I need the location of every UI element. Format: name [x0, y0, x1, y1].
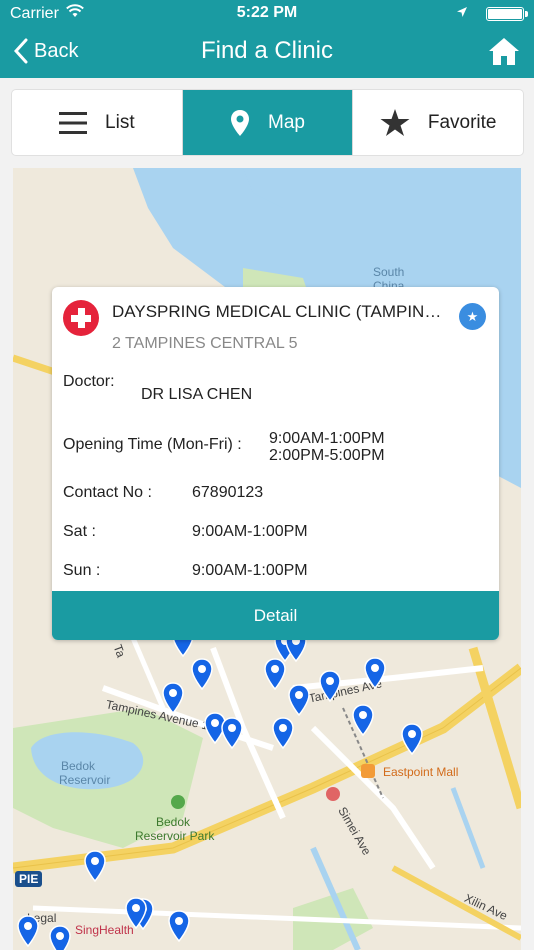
saturday-label: Sat : [63, 523, 96, 540]
tab-favorite[interactable]: Favorite [352, 90, 523, 155]
clinic-address: 2 TAMPINES CENTRAL 5 [112, 335, 298, 352]
map-label-bedok-reservoir-2: Reservoir [59, 773, 111, 787]
favorite-star-button[interactable]: ★ [459, 303, 486, 330]
map-label-bedok-park: Bedok [156, 815, 191, 829]
tab-list-label: List [105, 111, 135, 133]
opening-time-value-2: 2:00PM-5:00PM [269, 447, 385, 464]
map-label-eastpoint: Eastpoint Mall [383, 765, 459, 779]
map-label-bedok-reservoir: Bedok [61, 759, 96, 773]
tab-list[interactable]: List [12, 90, 182, 155]
star-icon: ★ [466, 309, 479, 324]
home-button[interactable] [488, 36, 520, 71]
map-label-south-china: South [373, 265, 405, 279]
tab-map-label: Map [268, 111, 305, 133]
sunday-label: Sun : [63, 562, 101, 579]
clinic-pin-icon[interactable] [168, 910, 190, 943]
clinic-name: DAYSPRING MEDICAL CLINIC (TAMPINES [112, 302, 442, 321]
clinic-pin-icon[interactable] [288, 684, 310, 717]
star-icon [380, 108, 410, 137]
page-title: Find a Clinic [200, 37, 334, 64]
map-pin-icon [230, 109, 250, 137]
map-label-pie: PIE [15, 871, 43, 887]
opening-time-value-1: 9:00AM-1:00PM [269, 430, 385, 447]
clinic-pin-icon[interactable] [272, 717, 294, 750]
list-icon [59, 111, 88, 135]
location-arrow-icon [456, 5, 468, 23]
contact-value: 67890123 [192, 484, 264, 501]
detail-button[interactable]: Detail [52, 591, 499, 640]
clinic-pin-icon[interactable] [401, 723, 423, 756]
view-tabs: List Map Favorite [12, 90, 523, 155]
clinic-pin-icon[interactable] [352, 704, 374, 737]
clinic-pin-icon[interactable] [125, 897, 147, 930]
status-bar: Carrier 5:22 PM [0, 0, 534, 28]
clinic-pin-icon[interactable] [191, 658, 213, 691]
tab-map[interactable]: Map [181, 90, 353, 155]
clinic-pin-icon[interactable] [17, 915, 39, 948]
opening-time-label: Opening Time (Mon-Fri) : [63, 436, 242, 453]
clinic-info-card[interactable]: DAYSPRING MEDICAL CLINIC (TAMPINES 2 TAM… [52, 287, 499, 640]
saturday-value: 9:00AM-1:00PM [192, 523, 308, 540]
clinic-pin-icon[interactable] [84, 850, 106, 883]
clock: 5:22 PM [236, 4, 298, 21]
nav-bar: Back Find a Clinic [0, 28, 534, 78]
map-label-bedok-park-2: Reservoir Park [135, 829, 215, 843]
clinic-pin-icon[interactable] [162, 682, 184, 715]
clinic-pin-icon[interactable] [319, 670, 341, 703]
doctor-label: Doctor: [63, 373, 115, 390]
home-icon [489, 38, 519, 65]
battery-icon [486, 7, 524, 21]
sunday-value: 9:00AM-1:00PM [192, 562, 308, 579]
tab-favorite-label: Favorite [427, 111, 497, 133]
medical-cross-icon [63, 300, 99, 336]
clinic-pin-icon[interactable] [49, 925, 71, 950]
contact-label: Contact No : [63, 484, 152, 501]
clinic-pin-icon[interactable] [221, 717, 243, 750]
doctor-value: DR LISA CHEN [141, 386, 253, 403]
battery-tip [525, 11, 528, 17]
clinic-pin-icon[interactable] [264, 658, 286, 691]
clinic-pin-icon[interactable] [364, 657, 386, 690]
